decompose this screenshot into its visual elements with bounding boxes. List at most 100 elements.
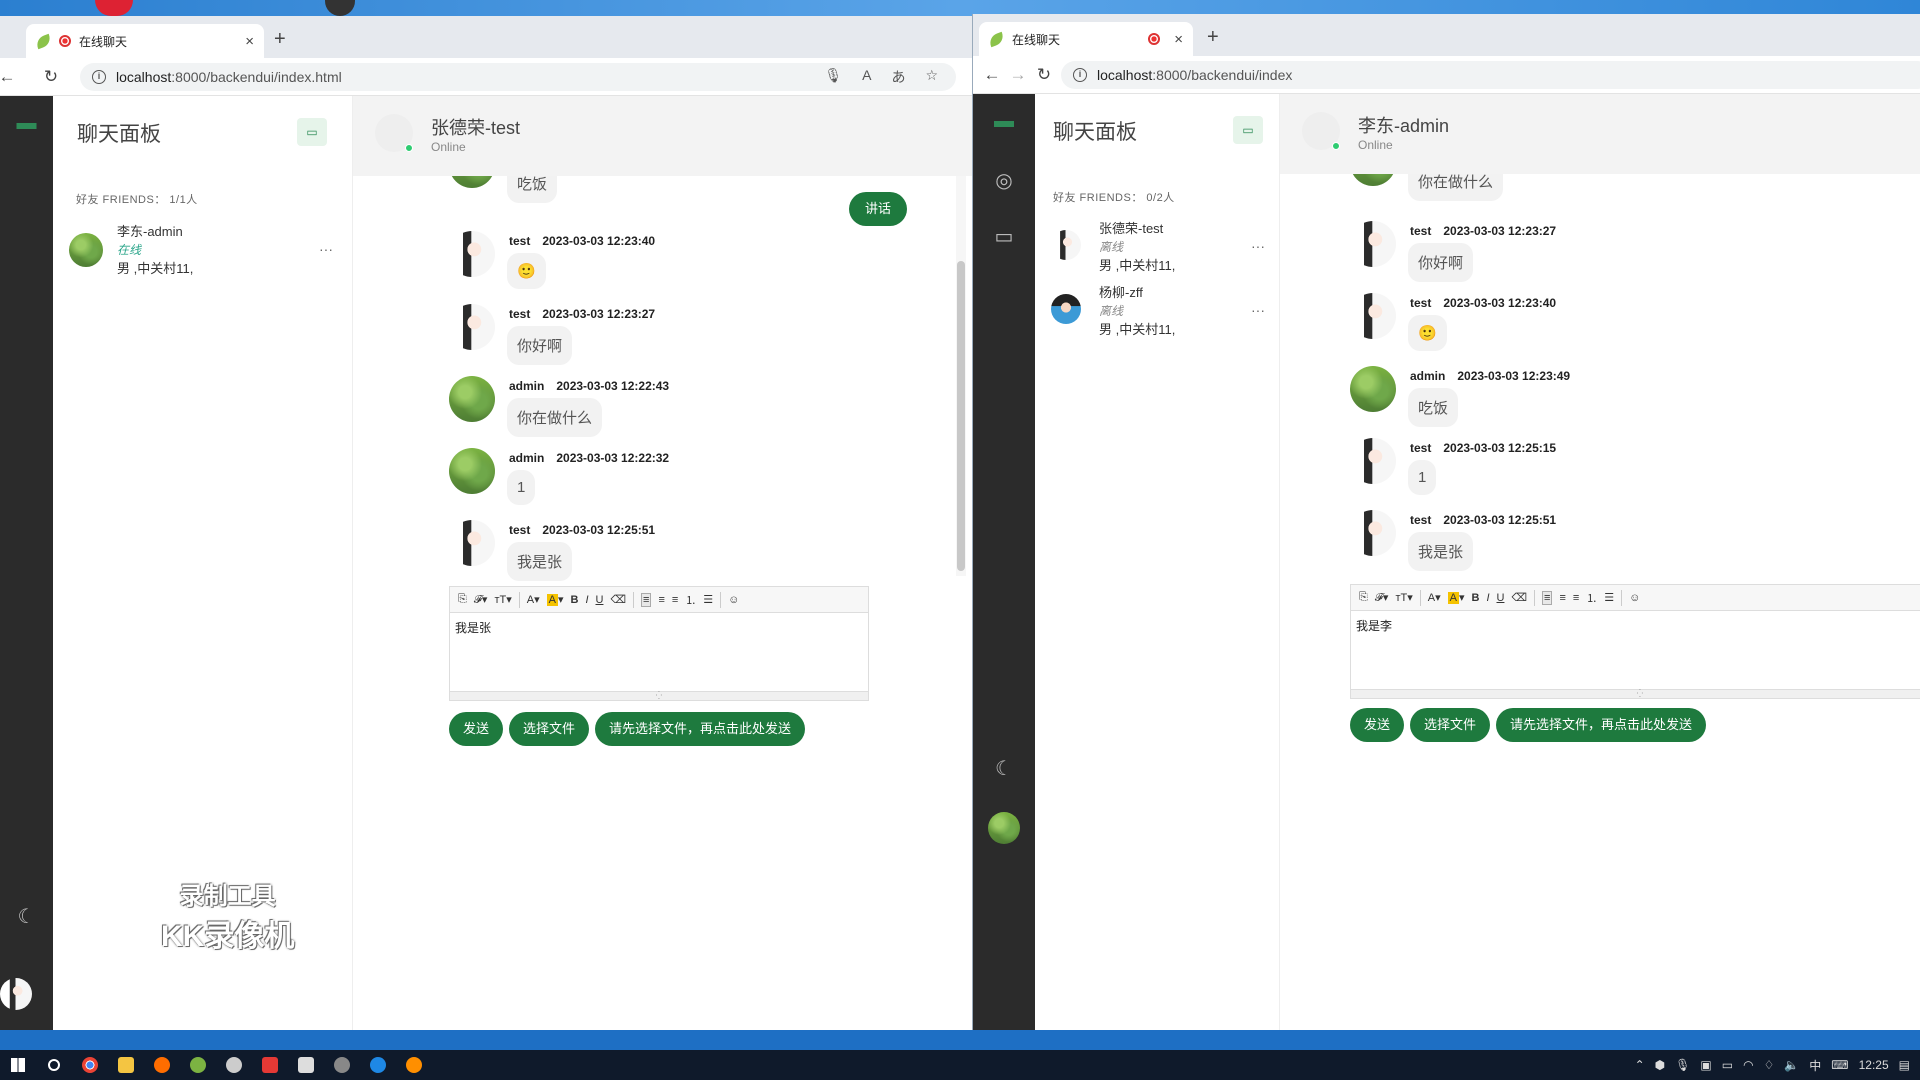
translate-icon[interactable]: あ <box>891 67 905 87</box>
resize-handle-icon[interactable]: ⁛ <box>450 691 868 700</box>
dark-mode-icon[interactable]: ☾ <box>973 756 1035 781</box>
friend-item[interactable]: 杨柳-zff 离线 男 ,中关村11, ··· <box>1051 282 1266 342</box>
font-family-icon[interactable]: 𝓕▾ <box>1375 591 1389 605</box>
new-chat-icon[interactable]: ▭ <box>1233 116 1263 144</box>
url-field[interactable]: i localhost:8000/backendui/index.html 🎙 … <box>80 62 956 91</box>
favorite-icon[interactable]: ☆ <box>925 67 938 87</box>
choose-file-button[interactable]: 选择文件 <box>1410 708 1491 742</box>
wifi-icon[interactable]: ◠ <box>1743 1058 1753 1072</box>
avatar[interactable] <box>988 812 1020 844</box>
start-icon[interactable] <box>0 1050 36 1080</box>
avatar[interactable] <box>0 978 32 1010</box>
clock[interactable]: 12:25 <box>1859 1058 1889 1072</box>
leaf-app-icon[interactable] <box>180 1050 216 1080</box>
wps-icon[interactable] <box>252 1050 288 1080</box>
user-icon[interactable]: ◎ <box>973 168 1035 193</box>
messages-icon[interactable]: ▭ <box>973 224 1035 249</box>
notification-icon[interactable]: ▤ <box>1899 1058 1910 1072</box>
reload-icon[interactable]: ↻ <box>1029 65 1059 85</box>
font-size-icon[interactable]: тT▾ <box>1395 591 1412 604</box>
align-right-icon[interactable]: ≡ <box>1573 592 1579 604</box>
message-editor[interactable]: ⎘ 𝓕▾ тT▾ A▾ A ▾ B I U ⌫ ≡ ≡ ≡ ⒈ ☰ <box>1350 584 1920 699</box>
more-icon[interactable]: ··· <box>1251 302 1265 318</box>
reload-icon[interactable]: ↻ <box>36 67 66 87</box>
ordered-list-icon[interactable]: ⒈ <box>1586 590 1597 606</box>
editor-content[interactable]: 我是张 <box>450 613 868 642</box>
align-left-icon[interactable]: ≡ <box>641 592 652 607</box>
send-button[interactable]: 发送 <box>449 712 504 746</box>
keyboard-icon[interactable]: ⌨ <box>1831 1058 1848 1072</box>
font-size-icon[interactable]: тT▾ <box>494 593 511 606</box>
highlight-icon[interactable]: A ▾ <box>546 593 563 606</box>
friend-item[interactable]: 李东-admin 在线 男 ,中关村11, ··· <box>69 221 339 281</box>
new-tab-icon[interactable]: + <box>274 28 286 51</box>
dark-mode-icon[interactable]: ☾ <box>0 904 53 929</box>
tray-app-icon[interactable]: ⬢ <box>1655 1058 1665 1072</box>
ordered-list-icon[interactable]: ⒈ <box>685 592 696 608</box>
scrollbar[interactable] <box>956 176 966 576</box>
notepad-icon[interactable] <box>288 1050 324 1080</box>
folder-icon[interactable] <box>108 1050 144 1080</box>
url-field[interactable]: i localhost:8000/backendui/index <box>1061 60 1920 89</box>
choose-file-button[interactable]: 选择文件 <box>509 712 590 746</box>
speak-button[interactable]: 讲话 <box>849 192 908 226</box>
battery-icon[interactable]: ▭ <box>1722 1058 1733 1072</box>
search-app-icon[interactable] <box>144 1050 180 1080</box>
recorder-icon[interactable] <box>396 1050 432 1080</box>
ime-indicator[interactable]: 中 <box>1809 1057 1821 1074</box>
chevron-up-icon[interactable]: ⌃ <box>1635 1058 1645 1072</box>
send-button[interactable]: 发送 <box>1350 708 1405 742</box>
highlight-icon[interactable]: A ▾ <box>1447 591 1464 604</box>
bold-icon[interactable]: B <box>570 594 578 606</box>
unordered-list-icon[interactable]: ☰ <box>703 593 713 606</box>
more-icon[interactable]: ··· <box>319 241 333 257</box>
close-tab-icon[interactable]: × <box>1174 31 1183 48</box>
font-color-icon[interactable]: A▾ <box>527 593 540 606</box>
friend-item[interactable]: 张德荣-test 离线 男 ,中关村11, ··· <box>1051 218 1266 278</box>
browser-tab[interactable]: 在线聊天 × <box>26 24 264 58</box>
underline-icon[interactable]: U <box>1497 592 1505 604</box>
search-icon[interactable] <box>36 1050 72 1080</box>
eraser-icon[interactable]: ⌫ <box>610 593 626 606</box>
emoji-icon[interactable]: ☺ <box>1629 592 1640 604</box>
microphone-icon[interactable]: 🎙 <box>824 67 842 87</box>
media-icon[interactable] <box>324 1050 360 1080</box>
eraser-icon[interactable]: ⌫ <box>1511 591 1527 604</box>
tray-app-icon[interactable]: ▣ <box>1700 1058 1711 1072</box>
underline-icon[interactable]: U <box>596 594 604 606</box>
send-file-button[interactable]: 请先选择文件，再点击此处发送 <box>1496 708 1707 742</box>
tray-app-icon[interactable]: ♢ <box>1764 1058 1775 1072</box>
message-editor[interactable]: ⎘ 𝓕▾ тT▾ A▾ A ▾ B I U ⌫ ≡ ≡ ≡ ⒈ ☰ <box>449 586 869 701</box>
resize-handle-icon[interactable]: ⁛ <box>1351 689 1920 698</box>
paste-icon[interactable]: ⎘ <box>458 593 467 606</box>
italic-icon[interactable]: I <box>585 594 588 606</box>
align-center-icon[interactable]: ≡ <box>1559 592 1565 604</box>
chrome-icon[interactable] <box>72 1050 108 1080</box>
unordered-list-icon[interactable]: ☰ <box>1604 591 1614 604</box>
back-icon[interactable]: ← <box>0 67 22 87</box>
align-left-icon[interactable]: ≡ <box>1542 590 1553 605</box>
font-color-icon[interactable]: A▾ <box>1428 591 1441 604</box>
microphone-icon[interactable]: 🎙 <box>1675 1058 1690 1072</box>
send-file-button[interactable]: 请先选择文件，再点击此处发送 <box>595 712 806 746</box>
emoji-icon[interactable]: ☺ <box>728 594 739 606</box>
close-tab-icon[interactable]: × <box>245 33 254 50</box>
more-icon[interactable]: ··· <box>1251 238 1265 254</box>
bold-icon[interactable]: B <box>1471 592 1479 604</box>
read-aloud-icon[interactable]: A <box>862 67 871 87</box>
paste-icon[interactable]: ⎘ <box>1359 591 1368 604</box>
browser-tab[interactable]: 在线聊天 × <box>979 22 1193 56</box>
chat-icon[interactable]: ▬ <box>0 112 53 135</box>
font-family-icon[interactable]: 𝓕▾ <box>474 593 488 607</box>
settings-icon[interactable] <box>216 1050 252 1080</box>
align-center-icon[interactable]: ≡ <box>658 594 664 606</box>
volume-icon[interactable]: 🔈 <box>1784 1058 1799 1072</box>
italic-icon[interactable]: I <box>1486 592 1489 604</box>
new-chat-icon[interactable]: ▭ <box>297 118 327 146</box>
chat-icon[interactable]: ▬ <box>973 110 1035 133</box>
align-right-icon[interactable]: ≡ <box>672 594 678 606</box>
editor-content[interactable]: 我是李 <box>1351 611 1920 640</box>
scrollbar-thumb[interactable] <box>957 261 965 571</box>
new-tab-icon[interactable]: + <box>1207 26 1219 49</box>
edge-icon[interactable] <box>360 1050 396 1080</box>
